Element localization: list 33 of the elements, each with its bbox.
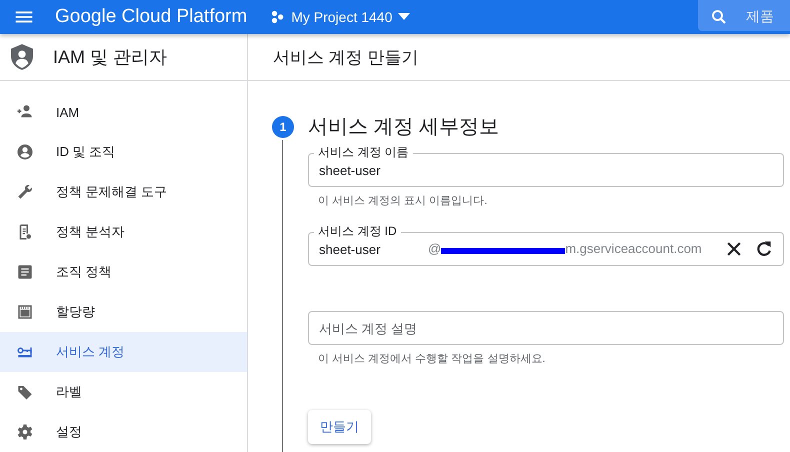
caret-icon	[398, 13, 410, 21]
domain-text: @	[428, 241, 442, 256]
settings-icon	[16, 423, 34, 441]
list-icon	[16, 263, 34, 281]
person-circle-icon	[16, 143, 34, 161]
brand-name[interactable]: Google Cloud Platform	[55, 6, 248, 28]
section-title: IAM 및 관리자	[53, 46, 168, 69]
nav-item[interactable]: IAM	[0, 92, 247, 132]
nav-item[interactable]: ID 및 조직	[0, 132, 247, 172]
nav-item[interactable]: 할당량	[0, 292, 247, 332]
helper-text: 이 서비스 계정의 표시 이름입니다.	[317, 194, 488, 208]
nav-item[interactable]: 정책 문제해결 도구	[0, 172, 247, 212]
box-icon	[16, 303, 34, 321]
input-field[interactable]: 서비스 계정 설명	[308, 311, 784, 345]
step-title: 서비스 계정 세부정보	[308, 115, 500, 140]
page-title: 서비스 계정 만들기	[273, 46, 418, 68]
project-selector[interactable]: My Project 1440	[269, 5, 412, 29]
step-number: 1	[272, 116, 294, 138]
wrench-icon	[16, 183, 34, 201]
helper-text: 이 서비스 계정에서 수행할 작업을 설명하세요.	[317, 352, 546, 366]
nav-item[interactable]: 라벨	[0, 372, 247, 412]
nav-item[interactable]: 조직 정책	[0, 252, 247, 292]
field-label: 서비스 계정 이름	[314, 145, 413, 159]
nav-item[interactable]: 설정	[0, 412, 247, 452]
domain-text: m.gserviceaccount.com	[565, 241, 702, 256]
nav-item[interactable]: 서비스 계정	[0, 332, 247, 372]
shield-icon	[11, 44, 33, 70]
search-icon	[710, 8, 728, 26]
field-label: 서비스 계정 ID	[314, 224, 401, 238]
nav-item[interactable]: 정책 분석자	[0, 212, 247, 252]
create-button[interactable]: 만들기	[308, 410, 371, 444]
dots-icon	[271, 10, 286, 24]
tag-icon	[16, 383, 34, 401]
